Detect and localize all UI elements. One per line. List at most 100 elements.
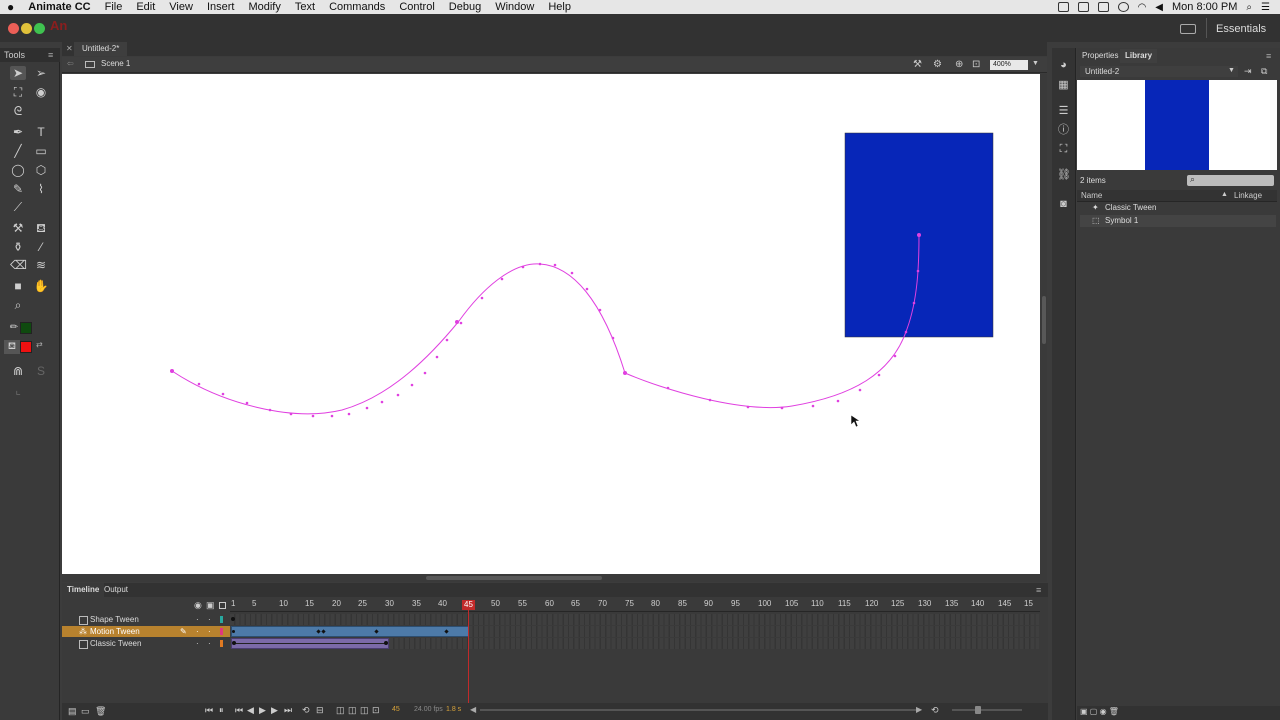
layer-color-chip[interactable] xyxy=(220,616,223,623)
free-transform-tool-icon[interactable]: ⛶ xyxy=(10,85,26,99)
smooth-option-icon[interactable]: S xyxy=(33,364,49,378)
layer-name[interactable]: Classic Tween xyxy=(90,638,141,649)
menu-debug[interactable]: Debug xyxy=(442,1,488,13)
menu-text[interactable]: Text xyxy=(288,1,322,13)
workspace-layout-icon[interactable] xyxy=(1180,24,1196,34)
fill-color-icon[interactable]: ⛾ xyxy=(4,340,20,354)
library-item-symbol-1[interactable]: ⬚ Symbol 1 xyxy=(1080,215,1276,227)
layer-visibility-dot[interactable]: · xyxy=(196,614,199,625)
layer-lock-dot[interactable]: · xyxy=(208,614,211,625)
lasso-tool-icon[interactable]: ᘓ xyxy=(10,104,26,118)
library-item-name[interactable]: Classic Tween xyxy=(1105,203,1156,212)
next-frame-icon[interactable]: ▶ xyxy=(271,705,278,716)
panel-menu-icon[interactable]: ≡ xyxy=(1266,51,1271,61)
center-frame-icon[interactable]: ⊟ xyxy=(316,705,324,716)
volume-icon[interactable]: ◀ xyxy=(1155,2,1163,13)
line-tool-icon[interactable]: ╱ xyxy=(10,144,26,158)
frames-shape-tween[interactable] xyxy=(230,614,1040,625)
layer-row-motion-tween[interactable]: ⁂ Motion Tween ✎ · · xyxy=(62,626,230,637)
scene-label[interactable]: Scene 1 xyxy=(101,59,130,68)
rectangle-tool-icon[interactable]: ▭ xyxy=(33,144,49,158)
oval-tool-icon[interactable]: ◯ xyxy=(10,163,26,177)
new-folder-icon[interactable]: ▭ xyxy=(81,706,90,717)
tab-library[interactable]: Library xyxy=(1120,49,1158,63)
dropbox-icon[interactable] xyxy=(1077,2,1089,12)
library-item-name[interactable]: Symbol 1 xyxy=(1105,216,1138,225)
delete-layer-icon[interactable]: 🗑 xyxy=(95,706,106,717)
transform-panel-icon[interactable]: ⛶ xyxy=(1057,144,1070,155)
reset-zoom-icon[interactable]: ⟲ xyxy=(931,705,939,716)
new-layer-icon[interactable]: ▤ xyxy=(68,706,77,717)
clock[interactable]: Mon 8:00 PM xyxy=(1172,1,1237,13)
tab-output[interactable]: Output xyxy=(99,583,133,597)
layer-lock-dot[interactable]: · xyxy=(208,638,211,649)
tools-menu-icon[interactable]: ≡ xyxy=(48,50,53,60)
motion-path[interactable] xyxy=(171,233,920,415)
eraser-tool-icon[interactable]: ⌫ xyxy=(10,258,27,272)
layer-name[interactable]: Motion Tween xyxy=(90,626,140,637)
hand-tool-icon[interactable]: ✋ xyxy=(33,279,49,293)
layer-name[interactable]: Shape Tween xyxy=(90,614,139,625)
camera-tool-icon[interactable]: ■ xyxy=(10,279,26,293)
previous-frame-icon[interactable]: ◀ xyxy=(247,705,254,716)
menu-commands[interactable]: Commands xyxy=(322,1,392,13)
go-to-first-frame-icon[interactable]: ⏮ xyxy=(205,705,213,716)
menu-file[interactable]: File xyxy=(98,1,130,13)
stroke-color-swatch[interactable] xyxy=(20,322,32,334)
new-library-panel-icon[interactable]: ⧉ xyxy=(1261,66,1267,77)
layer-lock-dot[interactable]: · xyxy=(208,626,211,637)
zoom-window-icon[interactable] xyxy=(34,23,45,34)
menu-insert[interactable]: Insert xyxy=(200,1,242,13)
column-name[interactable]: Name xyxy=(1081,191,1102,200)
timeline-scroll-left-icon[interactable]: ◀ xyxy=(470,705,476,714)
library-document-select[interactable]: Untitled-2 xyxy=(1080,66,1238,77)
playhead-frame-label[interactable]: 45 xyxy=(462,600,475,610)
timeline-menu-icon[interactable]: ≡ xyxy=(1036,585,1041,595)
last-frame-icon[interactable]: ⏭ xyxy=(284,705,292,716)
notification-center-icon[interactable]: ☰ xyxy=(1261,2,1270,13)
brush-tool-icon[interactable]: ⌇ xyxy=(33,182,49,196)
menu-view[interactable]: View xyxy=(162,1,200,13)
zoom-input[interactable]: 400% xyxy=(990,60,1028,70)
back-arrow-icon[interactable]: ⇦ xyxy=(67,59,74,68)
keyframe[interactable] xyxy=(232,630,235,633)
clip-content-icon[interactable]: ⊡ xyxy=(972,59,980,70)
subselection-tool-icon[interactable]: ➢ xyxy=(33,66,49,80)
code-snippets-panel-icon[interactable]: ⛓ xyxy=(1057,170,1071,181)
menu-modify[interactable]: Modify xyxy=(241,1,287,13)
current-frame-readout[interactable]: 45 xyxy=(392,706,400,713)
swatches-panel-icon[interactable]: ▦ xyxy=(1057,80,1070,91)
info-panel-icon[interactable]: ⓘ xyxy=(1057,125,1070,136)
onion-skin-icon[interactable]: ◫ xyxy=(336,705,345,716)
apple-menu-icon[interactable]: ● xyxy=(0,0,21,14)
lock-layers-icon[interactable]: ▣ xyxy=(206,600,215,611)
playhead[interactable] xyxy=(468,600,469,712)
center-stage-icon[interactable]: ⊕ xyxy=(955,59,963,70)
width-tool-icon[interactable]: ≋ xyxy=(33,258,49,272)
snap-to-objects-icon[interactable]: ⋒ xyxy=(10,364,26,378)
layer-color-chip[interactable] xyxy=(220,628,223,635)
workspace-switcher[interactable]: Essentials xyxy=(1216,23,1266,35)
modify-markers-icon[interactable]: ⊡ xyxy=(372,705,380,716)
straighten-option-icon[interactable]: ⌞ xyxy=(10,383,26,397)
edit-scene-icon[interactable]: ⚒ xyxy=(913,59,922,70)
timeline-zoom-thumb[interactable] xyxy=(975,706,981,714)
bone-tool-icon[interactable]: ⚒ xyxy=(10,221,26,235)
keyframe[interactable] xyxy=(232,641,236,645)
stage-horizontal-scroll-thumb[interactable] xyxy=(426,576,602,580)
fill-color-swatch[interactable] xyxy=(20,341,32,353)
menu-window[interactable]: Window xyxy=(488,1,541,13)
library-search-input[interactable] xyxy=(1187,175,1274,186)
first-frame-icon[interactable]: ⏮ xyxy=(235,705,243,716)
timeline-zoom-slider[interactable] xyxy=(952,709,1022,711)
close-window-icon[interactable] xyxy=(8,23,19,34)
zoom-tool-icon[interactable]: ⌕ xyxy=(10,298,26,312)
pen-tool-icon[interactable]: ✒ xyxy=(10,125,26,139)
text-tool-icon[interactable]: T xyxy=(33,125,49,139)
swap-colors-icon[interactable]: ⇄ xyxy=(36,340,43,349)
elapsed-time-readout[interactable]: 1.8 s xyxy=(446,706,461,713)
layer-color-chip[interactable] xyxy=(220,640,223,647)
library-select-dropdown-icon[interactable]: ▼ xyxy=(1228,67,1235,74)
library-item-classic-tween[interactable]: ✦ Classic Tween xyxy=(1080,202,1276,214)
menu-help[interactable]: Help xyxy=(541,1,578,13)
